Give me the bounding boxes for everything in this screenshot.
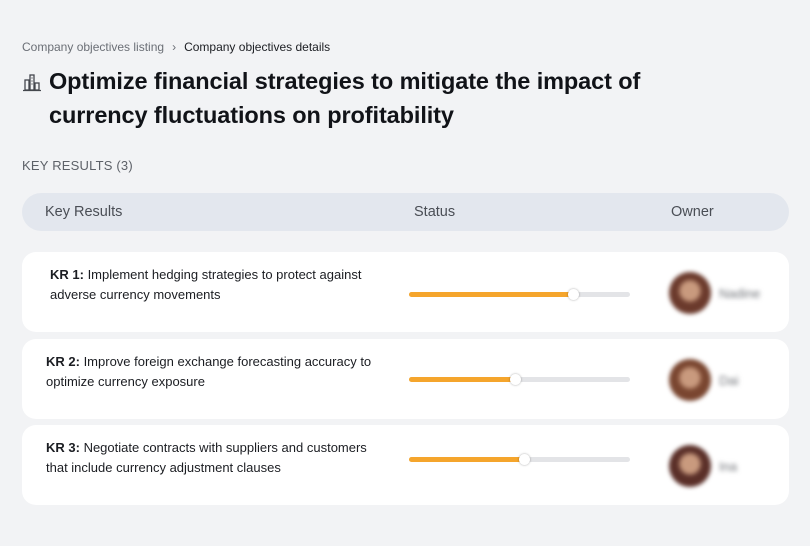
chevron-right-icon: › (172, 40, 177, 54)
key-result-id: KR 3: (46, 440, 80, 455)
breadcrumb-parent-link[interactable]: Company objectives listing (22, 40, 164, 54)
progress-bar[interactable] (409, 454, 630, 465)
column-header-owner: Owner (671, 204, 714, 220)
breadcrumb-current: Company objectives details (184, 40, 331, 54)
key-result-text: Implement hedging strategies to protect … (50, 267, 362, 302)
column-header-key-results: Key Results (45, 204, 123, 220)
avatar (669, 445, 711, 487)
progress-fill (409, 457, 524, 462)
owner-name: Dai (719, 372, 739, 388)
owner[interactable]: Ina (669, 445, 737, 487)
key-result-description: KR 3: Negotiate contracts with suppliers… (46, 438, 381, 478)
key-result-text: Improve foreign exchange forecasting acc… (46, 354, 372, 389)
owner[interactable]: Nadine (669, 272, 760, 314)
breadcrumb: Company objectives listing › Company obj… (22, 40, 330, 54)
key-result-row[interactable]: KR 1: Implement hedging strategies to pr… (22, 252, 789, 332)
key-result-row[interactable]: KR 2: Improve foreign exchange forecasti… (22, 339, 789, 419)
progress-fill (409, 292, 573, 297)
table-header: Key Results Status Owner (22, 193, 789, 231)
owner-name: Ina (719, 458, 738, 474)
progress-fill (409, 377, 515, 382)
building-chart-icon (22, 72, 42, 94)
progress-handle[interactable] (510, 374, 521, 385)
progress-handle[interactable] (519, 454, 530, 465)
key-result-id: KR 2: (46, 354, 80, 369)
key-results-section-label: KEY RESULTS (3) (22, 158, 133, 173)
key-result-description: KR 1: Implement hedging strategies to pr… (50, 265, 385, 305)
avatar (669, 359, 711, 401)
owner-name: Nadine (719, 285, 761, 301)
progress-handle[interactable] (568, 289, 579, 300)
progress-bar[interactable] (409, 374, 630, 385)
key-result-row[interactable]: KR 3: Negotiate contracts with suppliers… (22, 425, 789, 505)
objective-header: Optimize financial strategies to mitigat… (22, 64, 722, 132)
column-header-status: Status (414, 204, 456, 220)
key-result-text: Negotiate contracts with suppliers and c… (46, 440, 367, 475)
key-result-id: KR 1: (50, 267, 84, 282)
key-result-description: KR 2: Improve foreign exchange forecasti… (46, 352, 381, 392)
avatar (669, 272, 711, 314)
owner[interactable]: Dai (669, 359, 739, 401)
progress-bar[interactable] (409, 289, 630, 300)
page-title: Optimize financial strategies to mitigat… (49, 68, 641, 128)
